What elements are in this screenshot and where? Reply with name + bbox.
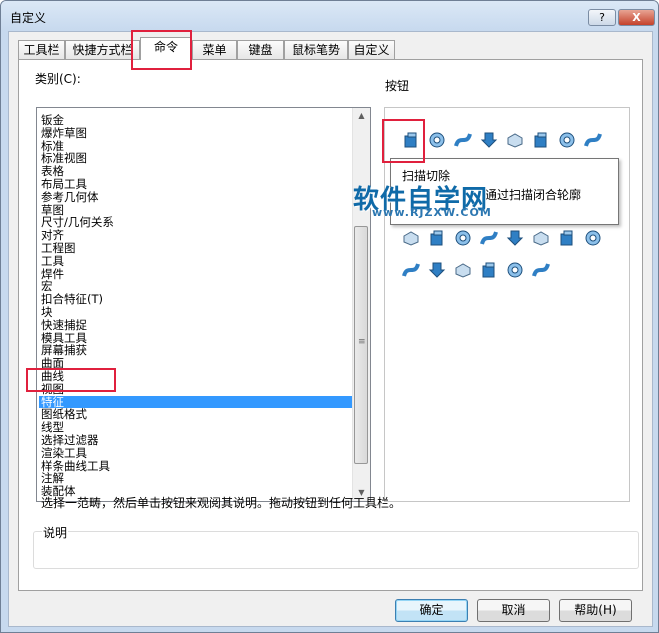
revolved-cut-icon[interactable] bbox=[557, 130, 577, 150]
category-item[interactable]: 尺寸/几何关系 bbox=[39, 216, 352, 229]
category-item[interactable]: 爆炸草图 bbox=[39, 127, 352, 140]
library-feature-icon[interactable] bbox=[531, 260, 551, 280]
feature-works-icon[interactable] bbox=[479, 260, 499, 280]
deform-icon[interactable] bbox=[583, 228, 603, 248]
tab-keyboard[interactable]: 键盘 bbox=[237, 40, 284, 59]
category-item[interactable]: 工程图 bbox=[39, 242, 352, 255]
swept-cut-icon[interactable] bbox=[583, 130, 603, 150]
swept-boss-icon[interactable] bbox=[453, 130, 473, 150]
list-scrollbar[interactable]: ▲ ≡ ▼ bbox=[352, 108, 370, 501]
boundary-boss-icon[interactable] bbox=[505, 130, 525, 150]
category-listbox[interactable]: 钣金 爆炸草图 标准 标准视图 表格 布局工具 参考几何体 草图 尺寸/几何关系 对齐 工程图 工具焊… bbox=[36, 107, 371, 502]
help-button[interactable]: 帮助(H) bbox=[559, 599, 632, 622]
category-item[interactable]: 快速捕捉 bbox=[39, 319, 352, 332]
category-item[interactable]: 模具工具 bbox=[39, 332, 352, 345]
category-item[interactable]: 宏 bbox=[39, 280, 352, 293]
revolved-boss-icon[interactable] bbox=[427, 130, 447, 150]
customize-dialog: 自定义 ? X 工具栏 快捷方式栏 命令 菜单 键盘 鼠标笔势 自定义 类别(C… bbox=[0, 0, 659, 633]
instant3d-icon[interactable] bbox=[453, 260, 473, 280]
category-item[interactable]: 选择过滤器 bbox=[39, 434, 352, 447]
tab-shortcut-bars[interactable]: 快捷方式栏 bbox=[65, 40, 140, 59]
category-item[interactable]: 表格 bbox=[39, 165, 352, 178]
category-item[interactable]: 渲染工具 bbox=[39, 447, 352, 460]
tab-mouse-gestures[interactable]: 鼠标笔势 bbox=[284, 40, 348, 59]
close-button[interactable]: X bbox=[618, 9, 655, 26]
category-item[interactable]: 草图 bbox=[39, 204, 352, 217]
category-item[interactable]: 屏幕捕获 bbox=[39, 344, 352, 357]
extruded-cut-icon[interactable] bbox=[531, 130, 551, 150]
tab-commands[interactable]: 命令 bbox=[140, 37, 192, 60]
help-titlebar-button[interactable]: ? bbox=[588, 9, 616, 26]
tooltip-description: 通过扫描闭合轮廓 bbox=[485, 188, 582, 202]
category-item[interactable]: 线型 bbox=[39, 421, 352, 434]
category-item[interactable]: 钣金 bbox=[39, 114, 352, 127]
description-label: 说明 bbox=[42, 524, 69, 541]
category-item[interactable]: 参考几何体 bbox=[39, 191, 352, 204]
category-item[interactable]: 焊件 bbox=[39, 268, 352, 281]
category-item[interactable]: 曲面 bbox=[39, 357, 352, 370]
indent-icon[interactable] bbox=[401, 260, 421, 280]
category-item[interactable]: 工具 bbox=[39, 255, 352, 268]
cancel-button[interactable]: 取消 bbox=[477, 599, 550, 622]
intersect-icon[interactable] bbox=[427, 228, 447, 248]
cosmetic-thread-icon[interactable] bbox=[531, 228, 551, 248]
hint-text: 选择一范畴，然后单击按钮来观阅其说明。拖动按钮到任何工具栏。 bbox=[41, 496, 402, 510]
lofted-boss-icon[interactable] bbox=[479, 130, 499, 150]
scroll-grip-icon: ≡ bbox=[358, 337, 366, 347]
category-item[interactable]: 视图 bbox=[39, 383, 352, 396]
scroll-up-button[interactable]: ▲ bbox=[354, 108, 369, 124]
window-title: 自定义 bbox=[10, 11, 47, 25]
description-group: 说明 bbox=[33, 524, 639, 569]
flex-icon[interactable] bbox=[427, 260, 447, 280]
combine-icon[interactable] bbox=[401, 228, 421, 248]
delete-body-icon[interactable] bbox=[505, 228, 525, 248]
extruded-boss-icon[interactable] bbox=[401, 130, 421, 150]
ok-button[interactable]: 确定 bbox=[395, 599, 468, 622]
scroll-thumb[interactable]: ≡ bbox=[354, 226, 368, 464]
category-item[interactable]: 图纸格式 bbox=[39, 408, 352, 421]
dialog-body: 工具栏 快捷方式栏 命令 菜单 键盘 鼠标笔势 自定义 类别(C): 按钮 钣金… bbox=[8, 31, 653, 627]
category-item[interactable]: 扣合特征(T) bbox=[39, 293, 352, 306]
move-copy-icon[interactable] bbox=[479, 228, 499, 248]
tab-customization[interactable]: 自定义 bbox=[348, 40, 395, 59]
watermark-url: www.RJZXW.COM bbox=[372, 206, 492, 219]
split-icon[interactable] bbox=[453, 228, 473, 248]
category-item[interactable]: 对齐 bbox=[39, 229, 352, 242]
category-list: 钣金 爆炸草图 标准 标准视图 表格 布局工具 参考几何体 草图 尺寸/几何关系 对齐 工程图 工具焊… bbox=[39, 114, 352, 498]
freeform-icon[interactable] bbox=[557, 228, 577, 248]
category-item[interactable]: 块 bbox=[39, 306, 352, 319]
category-item[interactable]: 样条曲线工具 bbox=[39, 460, 352, 473]
fastener-icon[interactable] bbox=[505, 260, 525, 280]
category-label: 类别(C): bbox=[35, 72, 81, 86]
category-item[interactable]: 标准 bbox=[39, 140, 352, 153]
category-item[interactable]: 曲线 bbox=[39, 370, 352, 383]
category-item[interactable]: 标准视图 bbox=[39, 152, 352, 165]
tab-menus[interactable]: 菜单 bbox=[192, 40, 237, 59]
category-item[interactable]: 注解 bbox=[39, 472, 352, 485]
category-item[interactable]: 特征 bbox=[39, 395, 352, 409]
title-bar[interactable]: 自定义 ? X bbox=[1, 1, 658, 31]
buttons-label: 按钮 bbox=[385, 79, 410, 93]
category-item[interactable]: 布局工具 bbox=[39, 178, 352, 191]
commands-tab-panel: 类别(C): 按钮 钣金 爆炸草图 标准 标准视图 表格 布局工具 参考几何体 草图 尺寸/几何… bbox=[18, 59, 643, 591]
tab-toolbars[interactable]: 工具栏 bbox=[18, 40, 65, 59]
